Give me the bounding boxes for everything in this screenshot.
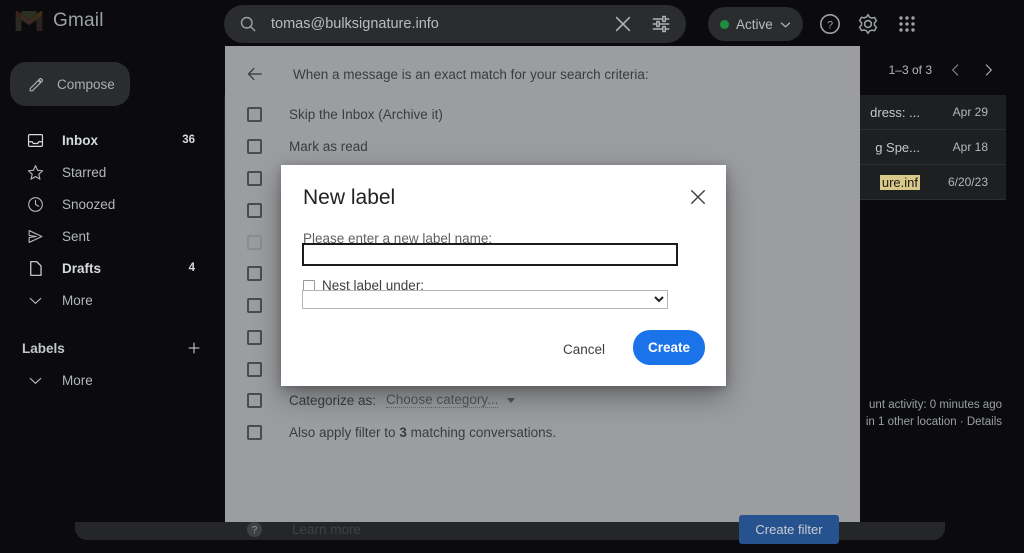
sidebar-item-more[interactable]: More <box>0 284 215 316</box>
gmail-brand-label: Gmail <box>53 10 104 31</box>
label-name-input[interactable] <box>302 243 678 266</box>
inbox-icon <box>27 133 44 147</box>
chevron-down-icon <box>29 297 42 304</box>
close-icon[interactable] <box>612 13 634 35</box>
sidebar-item-count: 36 <box>182 134 195 146</box>
checkbox <box>247 234 262 250</box>
search-options-icon[interactable] <box>650 13 672 35</box>
account-activity-line1: unt activity: 0 minutes ago <box>869 399 1002 411</box>
filter-action-also-apply[interactable]: Also apply filter to 3 matching conversa… <box>247 422 556 442</box>
pencil-icon <box>29 77 44 91</box>
apps-grid-icon[interactable] <box>895 12 919 36</box>
checkbox[interactable] <box>247 106 262 122</box>
checkbox[interactable] <box>247 297 262 313</box>
status-label: Active <box>736 16 773 32</box>
filter-action-skip-inbox[interactable]: Skip the Inbox (Archive it) <box>247 104 443 124</box>
sidebar-item-snoozed[interactable]: Snoozed <box>0 188 215 220</box>
checkbox[interactable] <box>247 424 262 440</box>
sidebar-item-label: Snoozed <box>62 196 116 212</box>
search-input[interactable]: tomas@bulksignature.info <box>271 16 612 32</box>
checkbox[interactable] <box>247 170 262 186</box>
sidebar-item-label: More <box>62 292 93 308</box>
create-button[interactable]: Create <box>633 330 705 365</box>
caret-down-icon[interactable] <box>507 397 516 403</box>
compose-label: Compose <box>57 76 115 92</box>
star-icon <box>27 164 44 180</box>
sidebar-item-sent[interactable]: Sent <box>0 220 215 252</box>
mail-date: Apr 29 <box>952 105 988 119</box>
mail-date: Apr 18 <box>952 140 988 154</box>
create-filter-button[interactable]: Create filter <box>739 515 839 544</box>
account-activity-footer: unt activity: 0 minutes ago in 1 other l… <box>866 397 1002 431</box>
sidebar-item-labels-more[interactable]: More <box>0 364 215 396</box>
checkbox[interactable] <box>247 361 262 377</box>
new-label-dialog: New label Please enter a new label name:… <box>281 165 726 386</box>
sidebar-item-label: Sent <box>62 228 90 244</box>
filter-action-categorize[interactable]: Categorize as: Choose category... <box>247 390 516 410</box>
sidebar-nav: Inbox 36 Starred Snoozed Sent Drafts 4 M… <box>0 124 224 396</box>
status-badge[interactable]: Active <box>708 7 803 41</box>
sidebar-item-label: More <box>62 372 93 388</box>
help-icon[interactable]: ? <box>818 12 842 36</box>
mail-date: 6/20/23 <box>947 175 988 189</box>
sidebar-item-label: Starred <box>62 164 107 180</box>
also-apply-post: matching conversations. <box>406 424 557 440</box>
checkbox[interactable] <box>247 202 262 218</box>
gmail-brand[interactable]: Gmail <box>14 9 104 33</box>
learn-more-link[interactable]: Learn more <box>292 522 361 537</box>
compose-button[interactable]: Compose <box>10 62 130 106</box>
labels-heading-row: Labels <box>0 332 224 364</box>
dialog-title: New label <box>303 186 396 209</box>
filter-action-label: Skip the Inbox (Archive it) <box>289 106 443 122</box>
chevron-left-icon[interactable] <box>948 62 964 78</box>
svg-text:?: ? <box>252 525 258 536</box>
checkbox[interactable] <box>247 392 262 408</box>
status-dot-icon <box>720 19 729 29</box>
sidebar-item-starred[interactable]: Starred <box>0 156 215 188</box>
checkbox[interactable] <box>247 265 262 281</box>
cancel-button[interactable]: Cancel <box>553 333 615 365</box>
categorize-label: Categorize as: <box>289 392 377 408</box>
search-highlight: ure.inf <box>879 174 920 190</box>
arrow-left-icon[interactable] <box>245 64 265 84</box>
close-icon[interactable] <box>688 187 708 207</box>
top-bar: Gmail tomas@bulksignature.info Active ? <box>0 0 1024 48</box>
search-icon <box>240 16 256 32</box>
filter-action-mark-as-read[interactable]: Mark as read <box>247 136 368 156</box>
sidebar: Compose Inbox 36 Starred Snoozed Sent Dr… <box>0 48 224 553</box>
sidebar-item-label: Drafts <box>62 260 102 276</box>
search-bar[interactable]: tomas@bulksignature.info <box>224 5 686 43</box>
also-apply-label: Also apply filter to 3 matching conversa… <box>289 425 556 440</box>
sidebar-item-label: Inbox <box>62 132 98 148</box>
svg-text:?: ? <box>827 19 833 31</box>
learn-more-row[interactable]: ? Learn more <box>245 520 361 539</box>
choose-category-dropdown[interactable]: Choose category... <box>386 392 499 408</box>
labels-heading: Labels <box>22 340 65 356</box>
checkbox[interactable] <box>247 329 262 345</box>
plus-icon[interactable] <box>186 340 202 356</box>
gmail-logo-icon <box>15 10 43 31</box>
send-icon <box>28 229 43 243</box>
gear-icon[interactable] <box>856 12 880 36</box>
chevron-right-icon[interactable] <box>980 62 996 78</box>
sidebar-item-inbox[interactable]: Inbox 36 <box>0 124 215 156</box>
clock-icon <box>28 196 43 212</box>
chevron-down-icon <box>29 377 42 384</box>
filter-panel-title: When a message is an exact match for you… <box>293 66 649 82</box>
chevron-down-icon <box>780 21 791 28</box>
sidebar-item-drafts[interactable]: Drafts 4 <box>0 252 215 284</box>
checkbox[interactable] <box>247 138 262 154</box>
filter-panel-header: When a message is an exact match for you… <box>245 64 649 84</box>
pager-count: 1–3 of 3 <box>888 63 932 77</box>
screen: Gmail tomas@bulksignature.info Active ? … <box>0 0 1024 553</box>
account-activity-line2[interactable]: in 1 other location · Details <box>866 414 1002 431</box>
also-apply-count: 3 <box>399 424 407 440</box>
sidebar-item-count: 4 <box>188 262 195 274</box>
draft-icon <box>30 260 42 276</box>
pager: 1–3 of 3 <box>889 62 996 78</box>
nest-parent-select[interactable] <box>302 290 668 309</box>
filter-action-label: Mark as read <box>289 138 368 154</box>
help-circle-icon: ? <box>246 521 263 538</box>
also-apply-pre: Also apply filter to <box>289 424 400 440</box>
